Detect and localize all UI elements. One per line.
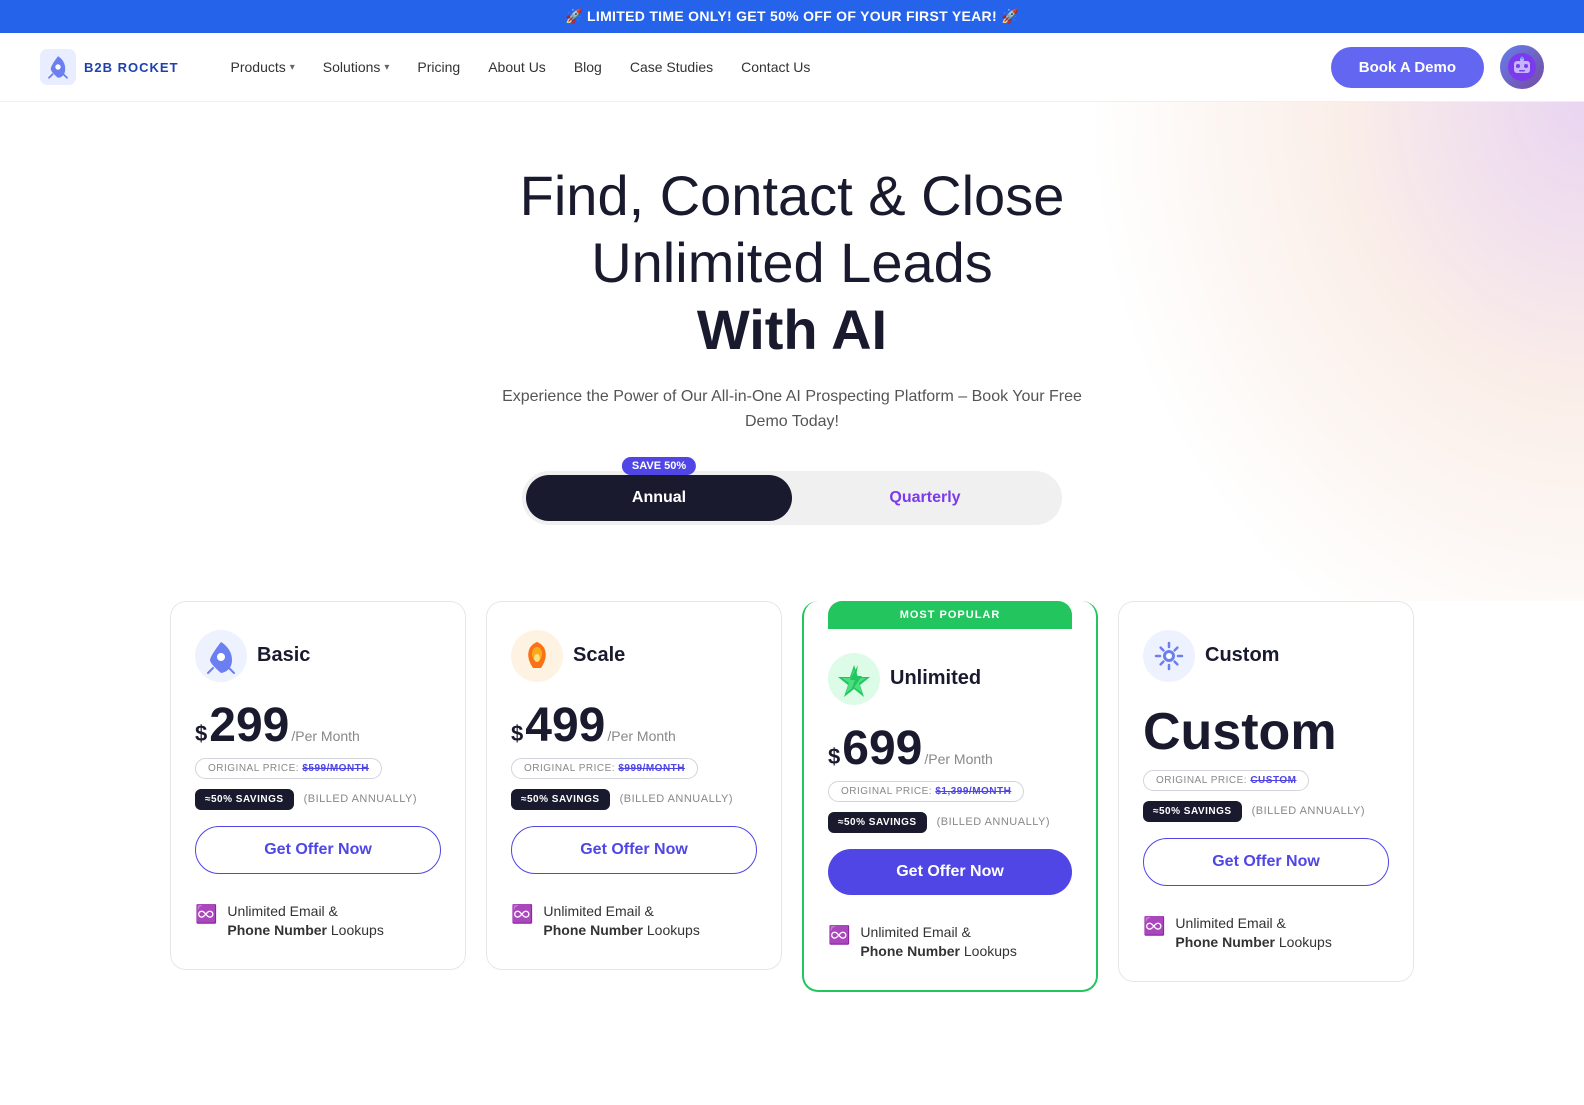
plan-header: Scale xyxy=(511,630,757,682)
nav-links: Products ▾ Solutions ▾ Pricing About Us … xyxy=(219,51,1331,83)
basic-plan-icon xyxy=(195,630,247,682)
plan-header: Custom xyxy=(1143,630,1389,682)
basic-plan-card: Basic $ 299 /Per Month ORIGINAL PRICE: $… xyxy=(170,601,466,970)
logo-text: B2B ROCKET xyxy=(84,60,179,75)
unlimited-plan-icon xyxy=(828,653,880,705)
basic-savings: ≈50% SAVINGS (BILLED ANNUALLY) xyxy=(195,789,441,810)
unlimited-savings: ≈50% SAVINGS (BILLED ANNUALLY) xyxy=(828,812,1072,833)
plan-header: Basic xyxy=(195,630,441,682)
scale-savings: ≈50% SAVINGS (BILLED ANNUALLY) xyxy=(511,789,757,810)
custom-plan-icon xyxy=(1143,630,1195,682)
nav-case-studies[interactable]: Case Studies xyxy=(618,51,725,83)
billing-toggle[interactable]: SAVE 50% Annual Quarterly xyxy=(40,471,1544,525)
scale-original-price: ORIGINAL PRICE: $999/MONTH xyxy=(511,758,698,779)
custom-price-row: Custom xyxy=(1143,702,1389,762)
plan-header: Unlimited xyxy=(828,653,1072,705)
nav-solutions[interactable]: Solutions ▾ xyxy=(311,51,402,83)
most-popular-badge: MOST POPULAR xyxy=(828,601,1072,629)
hero-background xyxy=(1084,102,1584,601)
custom-savings: ≈50% SAVINGS (BILLED ANNUALLY) xyxy=(1143,801,1389,822)
toggle-pill: SAVE 50% Annual Quarterly xyxy=(522,471,1062,525)
book-demo-button[interactable]: Book A Demo xyxy=(1331,47,1484,88)
basic-price-row: $ 299 /Per Month xyxy=(195,702,441,750)
unlimited-cta-button[interactable]: Get Offer Now xyxy=(828,849,1072,895)
custom-cta-button[interactable]: Get Offer Now xyxy=(1143,838,1389,886)
scale-cta-button[interactable]: Get Offer Now xyxy=(511,826,757,874)
scale-plan-name: Scale xyxy=(573,644,625,667)
nav-about[interactable]: About Us xyxy=(476,51,558,83)
infinity-icon: ♾️ xyxy=(1143,916,1165,937)
infinity-icon: ♾️ xyxy=(511,904,533,925)
hero-subtitle: Experience the Power of Our All-in-One A… xyxy=(502,384,1082,435)
nav-contact[interactable]: Contact Us xyxy=(729,51,822,83)
basic-original-price: ORIGINAL PRICE: $599/MONTH xyxy=(195,758,382,779)
basic-feature-email: ♾️ Unlimited Email & Phone Number Lookup… xyxy=(195,902,441,941)
nav-pricing[interactable]: Pricing xyxy=(405,51,472,83)
logo[interactable]: B2B ROCKET xyxy=(40,49,179,85)
scale-plan-icon xyxy=(511,630,563,682)
unlimited-original-price: ORIGINAL PRICE: $1,399/MONTH xyxy=(828,781,1024,802)
basic-cta-button[interactable]: Get Offer Now xyxy=(195,826,441,874)
unlimited-plan-name: Unlimited xyxy=(890,667,981,690)
scale-price-row: $ 499 /Per Month xyxy=(511,702,757,750)
avatar[interactable] xyxy=(1500,45,1544,89)
pricing-section: Basic $ 299 /Per Month ORIGINAL PRICE: $… xyxy=(0,601,1584,1052)
hero-title: Find, Contact & Close Unlimited Leads Wi… xyxy=(442,162,1142,364)
unlimited-price-row: $ 699 /Per Month xyxy=(828,725,1072,773)
custom-plan-card: Custom Custom ORIGINAL PRICE: CUSTOM ≈50… xyxy=(1118,601,1414,982)
scale-feature-email: ♾️ Unlimited Email & Phone Number Lookup… xyxy=(511,902,757,941)
chevron-down-icon: ▾ xyxy=(384,62,389,73)
nav-products[interactable]: Products ▾ xyxy=(219,51,307,83)
unlimited-feature-email: ♾️ Unlimited Email & Phone Number Lookup… xyxy=(828,923,1072,962)
custom-original-price: ORIGINAL PRICE: CUSTOM xyxy=(1143,770,1309,791)
avatar-icon xyxy=(1506,51,1538,83)
unlimited-plan-card: MOST POPULAR Unlimited $ 699 /Per Month … xyxy=(802,601,1098,992)
save-badge: SAVE 50% xyxy=(622,457,696,475)
logo-icon xyxy=(40,49,76,85)
quarterly-toggle[interactable]: Quarterly xyxy=(792,475,1058,521)
infinity-icon: ♾️ xyxy=(195,904,217,925)
scale-plan-card: Scale $ 499 /Per Month ORIGINAL PRICE: $… xyxy=(486,601,782,970)
navbar: B2B ROCKET Products ▾ Solutions ▾ Pricin… xyxy=(0,33,1584,102)
chevron-down-icon: ▾ xyxy=(290,62,295,73)
nav-blog[interactable]: Blog xyxy=(562,51,614,83)
custom-feature-email: ♾️ Unlimited Email & Phone Number Lookup… xyxy=(1143,914,1389,953)
custom-plan-name: Custom xyxy=(1205,644,1279,667)
hero-section: Find, Contact & Close Unlimited Leads Wi… xyxy=(0,102,1584,601)
annual-toggle[interactable]: SAVE 50% Annual xyxy=(526,475,792,521)
nav-right: Book A Demo xyxy=(1331,45,1544,89)
infinity-icon: ♾️ xyxy=(828,925,850,946)
basic-plan-name: Basic xyxy=(257,644,310,667)
promo-banner: 🚀 LIMITED TIME ONLY! GET 50% OFF OF YOUR… xyxy=(0,0,1584,33)
